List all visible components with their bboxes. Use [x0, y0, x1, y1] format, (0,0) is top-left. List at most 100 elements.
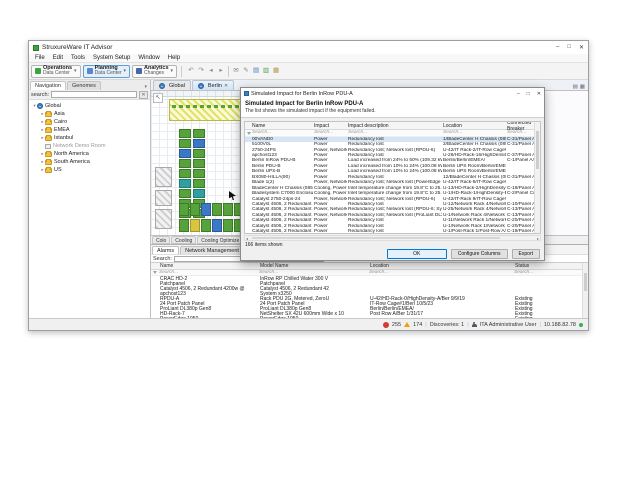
impact-row[interactable]: 2750-24PSPower, NetworkRedundancy lost; …: [245, 147, 540, 152]
dialog-maximize-icon[interactable]: □: [527, 91, 530, 97]
configure-columns-button[interactable]: Configure Columns: [451, 249, 508, 259]
column-filter[interactable]: Search...: [442, 130, 506, 135]
clear-search-button[interactable]: ✕: [139, 91, 148, 99]
rack-block[interactable]: [193, 179, 205, 188]
table-scrollbar[interactable]: [582, 263, 588, 318]
column-filter[interactable]: Search...: [257, 270, 367, 275]
rack-block[interactable]: [179, 149, 191, 158]
impact-row[interactable]: apchost123PowerRedundancy lostU-26/HD-Ra…: [245, 153, 540, 158]
impact-row[interactable]: Catalyst 4506, 2 Redundant 4200w @PowerR…: [245, 202, 540, 207]
tree-item-north-america[interactable]: ▸North America: [29, 150, 150, 158]
column-header-name[interactable]: Name: [158, 263, 258, 269]
rack-block[interactable]: [193, 159, 205, 168]
column-header-location[interactable]: Location: [368, 263, 513, 269]
sidebar-tab-navigation[interactable]: Navigation: [30, 81, 66, 90]
impact-row[interactable]: 00VAND0PowerRedundancy lost1/BladeCenter…: [245, 137, 540, 142]
rack-block[interactable]: [212, 203, 222, 216]
rack-block[interactable]: [179, 139, 191, 148]
forward-icon[interactable]: ▸: [216, 66, 226, 76]
rack-block[interactable]: [179, 159, 191, 168]
tree-item-emea[interactable]: ▸EMEA: [29, 126, 150, 134]
column-filter[interactable]: Search...: [347, 130, 442, 135]
tree-item-network-demo-room[interactable]: Network Demo Room: [29, 142, 150, 150]
rack-block[interactable]: [179, 219, 189, 232]
grid-view-icon[interactable]: ▦: [580, 84, 585, 90]
rack-block[interactable]: [201, 203, 211, 216]
column-header-impact[interactable]: Impact: [313, 123, 347, 129]
close-icon[interactable]: ✕: [579, 44, 584, 51]
impact-row[interactable]: BX080-HILLA(90)PowerRedundancy lost12/Bl…: [245, 175, 540, 180]
column-header-impact-description[interactable]: Impact description: [347, 123, 442, 129]
rack-block[interactable]: [179, 189, 191, 198]
rack-block[interactable]: [179, 169, 191, 178]
impact-row[interactable]: Catalyst 4506, 2 Redundant 4200w @PowerR…: [245, 224, 540, 229]
tree-item-cairo[interactable]: ▸Cairo: [29, 118, 150, 126]
impact-row[interactable]: Catalyst 2750-24ps-24Power, NetworkRedun…: [245, 196, 540, 201]
perspective-operations[interactable]: OperationsData Center▾: [31, 65, 81, 78]
rack-block[interactable]: [212, 219, 222, 232]
column-header-location[interactable]: Location: [442, 123, 506, 129]
column-filter[interactable]: Search...: [157, 270, 257, 275]
rack-block[interactable]: [223, 203, 233, 216]
redo-icon[interactable]: ↷: [196, 66, 206, 76]
sidebar-tab-genomes[interactable]: Genomes: [67, 81, 101, 90]
bottom-tab-network-management[interactable]: Network Management: [180, 246, 244, 254]
tree-item-asia[interactable]: ▸Asia: [29, 110, 150, 118]
tree-item-istanbul[interactable]: ▸Istanbul: [29, 134, 150, 142]
menu-item-file[interactable]: File: [31, 55, 49, 61]
rack-block[interactable]: [179, 203, 189, 216]
rack-block[interactable]: [193, 189, 205, 198]
impact-row[interactable]: Berlin PDU-BPowerLoad increased from 10%…: [245, 164, 540, 169]
ok-button[interactable]: OK: [387, 249, 447, 259]
rack-block[interactable]: [190, 203, 200, 216]
minimize-icon[interactable]: –: [556, 44, 559, 51]
rack-block[interactable]: [223, 219, 233, 232]
menu-item-edit[interactable]: Edit: [49, 55, 67, 61]
dialog-horizontal-scrollbar[interactable]: ◂▸: [244, 235, 541, 241]
menu-item-help[interactable]: Help: [164, 55, 184, 61]
perspective-planning[interactable]: PlanningData Center▾: [83, 65, 130, 78]
export-button[interactable]: Export: [512, 249, 540, 259]
rack-block[interactable]: [193, 169, 205, 178]
impact-row[interactable]: Catalyst 4506, 2 Redundant 4200w @Power,…: [245, 213, 540, 218]
impact-row[interactable]: Berlin UPS-BPowerLoad increased from 10%…: [245, 169, 540, 174]
column-header-status[interactable]: Status: [513, 263, 573, 269]
rack-block[interactable]: [179, 129, 191, 138]
copy-icon[interactable]: ▤: [251, 66, 261, 76]
layout-view-icon[interactable]: ▤: [573, 84, 578, 90]
column-filter[interactable]: Search...: [506, 130, 536, 135]
tab-global[interactable]: Global: [153, 80, 191, 90]
column-filter[interactable]: Search...: [251, 130, 313, 135]
column-header-name[interactable]: Name: [251, 123, 313, 129]
rack-block[interactable]: [179, 179, 191, 188]
tab-berlin[interactable]: Berlin✕: [192, 80, 234, 90]
column-filter[interactable]: Search...: [313, 130, 347, 135]
rack-block[interactable]: [193, 129, 205, 138]
pointer-tool-icon[interactable]: ↖: [153, 93, 163, 103]
impact-row[interactable]: Bladesystem C7000 EnclosureCooling, Powe…: [245, 191, 540, 196]
rack-block[interactable]: [193, 149, 205, 158]
impact-row[interactable]: Catalyst 4506, 2 Redundant 4200w @Power,…: [245, 207, 540, 212]
impact-row[interactable]: Catalyst 4506, 2 Redundant 4200w @PowerR…: [245, 218, 540, 223]
tree-item-us[interactable]: ▸US: [29, 166, 150, 174]
menu-item-system-setup[interactable]: System Setup: [89, 55, 134, 61]
dialog-minimize-icon[interactable]: –: [517, 91, 520, 97]
impact-row[interactable]: Blade 1(2)Power, NetworkRedundancy lost;…: [245, 180, 540, 185]
column-filter[interactable]: Search...: [512, 270, 572, 275]
dialog-table-scrollbar[interactable]: [534, 122, 540, 233]
grid-icon[interactable]: ▦: [271, 66, 281, 76]
back-icon[interactable]: ◂: [206, 66, 216, 76]
tree-item-south-america[interactable]: ▸South America: [29, 158, 150, 166]
rack-block[interactable]: [201, 219, 211, 232]
menu-item-window[interactable]: Window: [134, 55, 163, 61]
perspective-analytics[interactable]: AnalyticsChanges▾: [132, 65, 177, 78]
edit-icon[interactable]: ✎: [241, 66, 251, 76]
impact-row[interactable]: Berlin InRow PDU-BPowerLoad increased fr…: [245, 158, 540, 163]
maximize-icon[interactable]: □: [567, 44, 571, 51]
column-header-model-name[interactable]: Model Name: [258, 263, 368, 269]
map-tab-cooling[interactable]: Cooling: [171, 236, 196, 244]
search-input[interactable]: [51, 91, 137, 98]
undo-icon[interactable]: ↶: [186, 66, 196, 76]
tree-item-global[interactable]: ▾Global: [29, 102, 150, 110]
rack-block[interactable]: [193, 139, 205, 148]
